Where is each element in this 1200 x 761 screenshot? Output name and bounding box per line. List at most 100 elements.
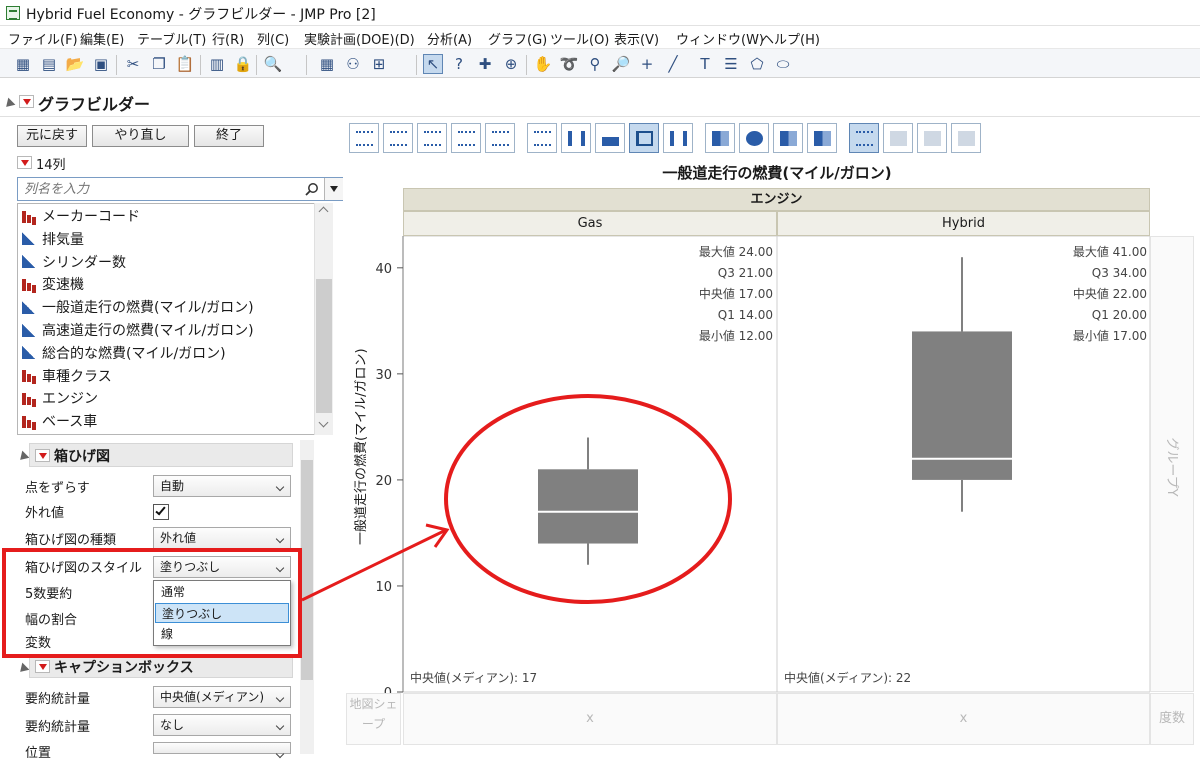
- column-list-item[interactable]: 一般道走行の燃費(マイル/ガロン): [22, 296, 254, 318]
- column-list-item[interactable]: エンジン: [22, 387, 98, 409]
- histogram-element-icon[interactable]: [663, 123, 693, 153]
- mosaic-element-icon[interactable]: [807, 123, 837, 153]
- plus-tool-icon[interactable]: +: [638, 55, 656, 73]
- properties-scrollbar-thumb[interactable]: [301, 460, 313, 680]
- outliers-checkbox[interactable]: [153, 504, 169, 520]
- binoculars-icon[interactable]: ⚇: [344, 55, 362, 73]
- menu-item[interactable]: テーブル(T): [137, 29, 206, 48]
- summary-stat2-select[interactable]: なし: [153, 714, 291, 736]
- outline-disclosure-icon[interactable]: [2, 96, 16, 111]
- treemap-element-icon[interactable]: [773, 123, 803, 153]
- column-list-item[interactable]: ベース車: [22, 410, 97, 432]
- ellipse-tool-icon[interactable]: ⬭: [774, 55, 792, 73]
- data-grid-icon[interactable]: ▦: [318, 55, 336, 73]
- save-icon[interactable]: ▣: [92, 55, 110, 73]
- column-list-item[interactable]: 総合的な燃費(マイル/ガロン): [22, 342, 226, 364]
- caption-disclosure-icon[interactable]: [16, 661, 30, 676]
- hybrid-panel-header[interactable]: Hybrid: [777, 211, 1150, 236]
- scrollbar-thumb[interactable]: [316, 279, 332, 413]
- caption-box-element-icon[interactable]: [849, 123, 879, 153]
- boxplot-red-triangle-icon[interactable]: [35, 448, 50, 463]
- menu-item[interactable]: ファイル(F): [8, 29, 78, 48]
- line-of-fit-element-icon[interactable]: [417, 123, 447, 153]
- undo-button[interactable]: 元に戻す: [17, 125, 87, 147]
- summary-stat-select[interactable]: 中央値(メディアン): [153, 686, 291, 708]
- menu-item[interactable]: 分析(A): [427, 29, 472, 48]
- menu-item[interactable]: ヘルプ(H): [761, 29, 820, 48]
- menu-item[interactable]: 列(C): [257, 29, 289, 48]
- x-drop-zone-hybrid[interactable]: x: [777, 693, 1150, 745]
- column-list-scrollbar[interactable]: [314, 203, 333, 435]
- crosshair-tool-icon[interactable]: ⊕: [502, 55, 520, 73]
- polygon-tool-icon[interactable]: ⬠: [748, 55, 766, 73]
- map-shape-element-icon[interactable]: [917, 123, 947, 153]
- properties-scrollbar[interactable]: [300, 440, 314, 754]
- map-shape-drop-zone[interactable]: 地図シェープ: [346, 693, 401, 745]
- box-type-select[interactable]: 外れ値: [153, 527, 291, 549]
- parallel-plot-element-icon[interactable]: [951, 123, 981, 153]
- add-column-icon[interactable]: ⊞: [370, 55, 388, 73]
- menu-item[interactable]: ツール(O): [550, 29, 609, 48]
- y-axis-label[interactable]: 一般道走行の燃費(マイル/ガロン): [350, 348, 370, 545]
- boxplot-disclosure-icon[interactable]: [16, 449, 30, 464]
- position-select[interactable]: [153, 742, 291, 754]
- new-script-icon[interactable]: ▤: [40, 55, 58, 73]
- search-options-dropdown[interactable]: [324, 178, 343, 200]
- boxplot-element-icon[interactable]: [629, 123, 659, 153]
- annotate-tool-icon[interactable]: T: [696, 55, 714, 73]
- graph-builder-red-triangle-icon[interactable]: [19, 94, 34, 109]
- menu-item[interactable]: 表示(V): [614, 29, 659, 48]
- selection-tool-icon[interactable]: ✚: [476, 55, 494, 73]
- arrow-tool-icon[interactable]: ↖: [423, 54, 443, 74]
- columns-red-triangle-icon[interactable]: [17, 155, 32, 170]
- new-data-table-icon[interactable]: ▦: [14, 55, 32, 73]
- gas-panel-header[interactable]: Gas: [403, 211, 777, 236]
- menu-item[interactable]: 実験計画(DOE)(D): [304, 29, 415, 48]
- column-search-input[interactable]: [22, 180, 302, 198]
- lasso-tool-icon[interactable]: ➰: [560, 55, 579, 73]
- open-icon[interactable]: 📂: [66, 55, 85, 73]
- scroll-up-icon[interactable]: [318, 206, 329, 217]
- menu-item[interactable]: 編集(E): [80, 29, 124, 48]
- search-icon[interactable]: [305, 182, 319, 196]
- bar-element-icon[interactable]: [561, 123, 591, 153]
- group-x-header[interactable]: エンジン: [403, 188, 1150, 211]
- column-list-item[interactable]: 排気量: [22, 228, 84, 250]
- column-list[interactable]: メーカーコード 排気量 シリンダー数 変速機 一般道走行の燃費(マイル/ガロン) 高速道走…: [17, 203, 333, 435]
- column-list-item[interactable]: メーカーコード: [22, 205, 140, 227]
- points-element-icon[interactable]: [349, 123, 379, 153]
- group-y-drop-zone[interactable]: グループY: [1150, 236, 1194, 692]
- cut-icon[interactable]: ✂: [124, 55, 142, 73]
- done-button[interactable]: 終了: [194, 125, 264, 147]
- redo-button[interactable]: やり直し: [92, 125, 189, 147]
- freq-drop-zone[interactable]: 度数: [1150, 693, 1194, 745]
- column-list-item[interactable]: 変速機: [22, 273, 84, 295]
- pie-element-icon[interactable]: [739, 123, 769, 153]
- menu-item[interactable]: ウィンドウ(W): [676, 29, 764, 48]
- paste-icon[interactable]: 📋: [176, 55, 195, 73]
- area-element-icon[interactable]: [595, 123, 625, 153]
- journal-icon[interactable]: ▥: [208, 55, 226, 73]
- smoother-element-icon[interactable]: [383, 123, 413, 153]
- menu-item[interactable]: グラフ(G): [488, 29, 547, 48]
- ellipse-element-icon[interactable]: [451, 123, 481, 153]
- grabber-tool-icon[interactable]: ✋: [534, 55, 553, 73]
- help-tool-icon[interactable]: ?: [450, 55, 468, 73]
- heatmap-element-icon[interactable]: [705, 123, 735, 153]
- x-drop-zone-gas[interactable]: x: [403, 693, 777, 745]
- contour-element-icon[interactable]: [485, 123, 515, 153]
- brush-tool-icon[interactable]: ⚲: [586, 55, 604, 73]
- formula-element-icon[interactable]: [883, 123, 913, 153]
- scroll-down-icon[interactable]: [318, 417, 329, 428]
- jitter-select[interactable]: 自動: [153, 475, 291, 497]
- caption-red-triangle-icon[interactable]: [35, 659, 50, 674]
- lock-icon[interactable]: 🔒: [234, 55, 253, 73]
- search-icon[interactable]: 🔍: [264, 55, 283, 73]
- copy-icon[interactable]: ❐: [150, 55, 168, 73]
- column-list-item[interactable]: シリンダー数: [22, 251, 126, 273]
- menu-item[interactable]: 行(R): [212, 29, 244, 48]
- line-tool-icon[interactable]: ╱: [664, 55, 682, 73]
- column-search-box[interactable]: [17, 177, 343, 201]
- line-element-icon[interactable]: [527, 123, 557, 153]
- list-tool-icon[interactable]: ☰: [722, 55, 740, 73]
